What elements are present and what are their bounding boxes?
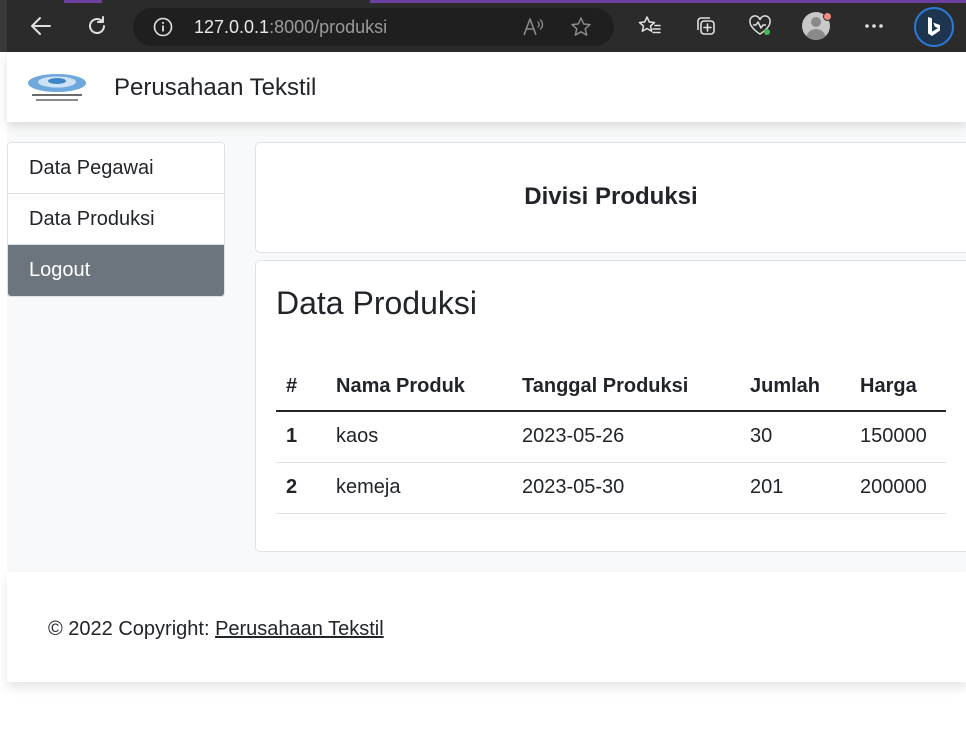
production-date: 2023-05-26 xyxy=(512,411,740,463)
favorite-star-icon[interactable] xyxy=(570,16,592,43)
sidebar-item-data-pegawai[interactable]: Data Pegawai xyxy=(8,143,224,194)
navbar: Perusahaan Tekstil xyxy=(7,52,966,122)
division-card: Divisi Produksi xyxy=(255,142,966,253)
price: 200000 xyxy=(850,462,946,514)
site-info-icon[interactable] xyxy=(153,17,173,42)
navbar-brand[interactable]: Perusahaan Tekstil xyxy=(114,74,316,102)
production-table-card: Data Produksi # Nama Produk Tanggal Prod… xyxy=(255,260,966,552)
sidebar-item-logout[interactable]: Logout xyxy=(8,245,224,296)
copilot-icon[interactable] xyxy=(914,7,954,47)
favorites-icon[interactable] xyxy=(634,10,666,42)
table-card-title: Data Produksi xyxy=(276,285,477,321)
copyright-prefix: © 2022 Copyright: xyxy=(48,618,216,640)
tab-accent xyxy=(370,0,966,3)
product-name: kaos xyxy=(326,411,512,463)
profile-notification-dot xyxy=(823,12,832,21)
division-title: Divisi Produksi xyxy=(524,183,698,210)
column-header: Jumlah xyxy=(740,362,850,412)
production-date: 2023-05-30 xyxy=(512,462,740,514)
window-edge xyxy=(0,0,7,52)
column-header: Tanggal Produksi xyxy=(512,362,740,412)
price: 150000 xyxy=(850,411,946,463)
read-aloud-icon[interactable] xyxy=(521,16,545,43)
avatar-body xyxy=(806,29,826,40)
url-path: :8000/produksi xyxy=(269,17,388,37)
footer-company-link[interactable]: Perusahaan Tekstil xyxy=(215,618,384,640)
main-content: Data Pegawai Data Produksi Logout Divisi… xyxy=(7,122,966,572)
production-table: # Nama Produk Tanggal Produksi Jumlah Ha… xyxy=(276,362,946,514)
row-number: 2 xyxy=(276,462,326,514)
back-icon[interactable] xyxy=(25,10,57,42)
row-number: 1 xyxy=(276,411,326,463)
table-row: 1 kaos 2023-05-26 30 150000 xyxy=(276,411,946,463)
table-header-row: # Nama Produk Tanggal Produksi Jumlah Ha… xyxy=(276,362,946,412)
url-text[interactable]: 127.0.0.1:8000/produksi xyxy=(194,17,387,37)
product-name: kemeja xyxy=(326,462,512,514)
quantity: 201 xyxy=(740,462,850,514)
url-host: 127.0.0.1 xyxy=(194,17,270,37)
table-row: 2 kemeja 2023-05-30 201 200000 xyxy=(276,462,946,514)
sidebar-item-data-produksi[interactable]: Data Produksi xyxy=(8,194,224,245)
column-header: Nama Produk xyxy=(326,362,512,412)
refresh-icon[interactable] xyxy=(81,10,113,42)
web-page: Perusahaan Tekstil Data Pegawai Data Pro… xyxy=(7,52,966,734)
browser-toolbar: 127.0.0.1:8000/produksi xyxy=(0,0,966,52)
column-header: Harga xyxy=(850,362,946,412)
copyright-text: © 2022 Copyright: Perusahaan Tekstil xyxy=(48,617,384,641)
company-logo[interactable] xyxy=(26,70,88,104)
tab-accent xyxy=(64,0,102,3)
sidebar-menu: Data Pegawai Data Produksi Logout xyxy=(7,142,225,297)
address-bar[interactable]: 127.0.0.1:8000/produksi xyxy=(133,8,614,46)
browser-essentials-icon[interactable] xyxy=(744,10,776,42)
quantity: 30 xyxy=(740,411,850,463)
collections-icon[interactable] xyxy=(690,10,722,42)
footer: © 2022 Copyright: Perusahaan Tekstil xyxy=(7,572,966,682)
more-options-icon[interactable] xyxy=(858,10,890,42)
avatar-head xyxy=(811,17,821,27)
column-header: # xyxy=(276,362,326,412)
